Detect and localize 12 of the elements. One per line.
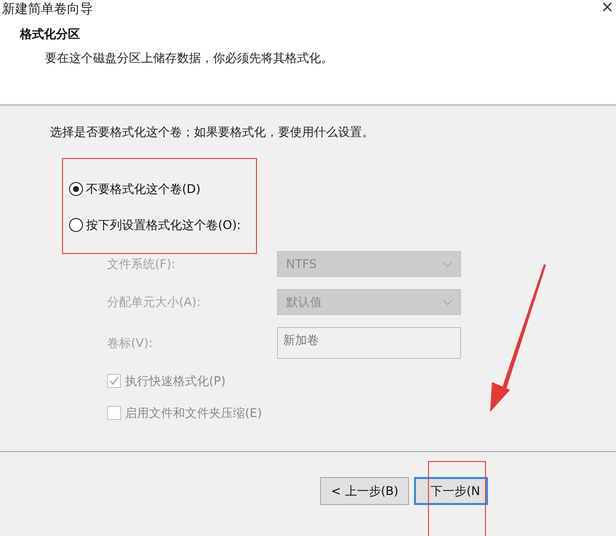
radio-option[interactable]: 不要格式化这个卷(D) <box>69 179 616 199</box>
window-title: 新建简单卷向导 <box>1 1 93 18</box>
radio-option[interactable]: 按下列设置格式化这个卷(O): <box>69 215 616 235</box>
field-label: 分配单元大小(A): <box>107 294 202 310</box>
field-label: 文件系统(F): <box>107 256 176 272</box>
page-subtitle: 要在这个磁盘分区上储存数据，你必须先将其格式化。 <box>45 50 334 67</box>
wizard-button[interactable]: 下一步(N <box>414 477 488 505</box>
field-label: 卷标(V): <box>107 334 154 352</box>
close-button[interactable]: × <box>600 0 614 14</box>
instruction-text: 选择是否要格式化这个卷；如果要格式化，要使用什么设置。 <box>50 124 375 141</box>
wizard-button[interactable]: < 上一步(B) <box>320 477 410 505</box>
page-title: 格式化分区 <box>20 26 81 43</box>
